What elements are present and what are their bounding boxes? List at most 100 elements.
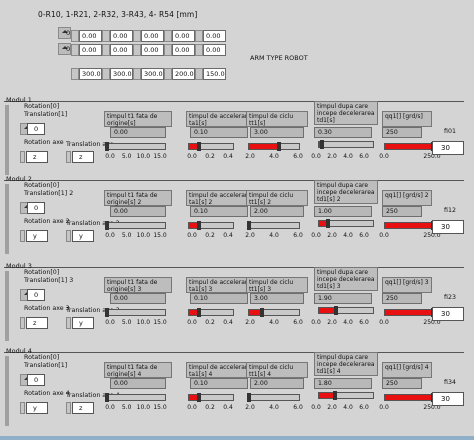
matrix-cell[interactable]: 300.00 — [79, 68, 102, 80]
slider-knob[interactable] — [277, 142, 281, 151]
acceleration-slider[interactable] — [188, 393, 234, 402]
rotation-axis-value[interactable]: z — [26, 317, 48, 329]
matrix-cell[interactable]: 0.00 — [79, 44, 102, 56]
slider-knob[interactable] — [326, 219, 331, 228]
matrix-cell-spinner[interactable] — [71, 68, 79, 80]
qq-slider[interactable] — [384, 142, 435, 151]
matrix-cell-spinner[interactable] — [195, 68, 203, 80]
translation-axis-value[interactable]: z — [72, 151, 94, 163]
matrix-cell[interactable]: 0.00 — [141, 44, 164, 56]
fi-input[interactable]: 30 — [432, 220, 464, 234]
matrix-cell[interactable]: 200.00 — [172, 68, 195, 80]
matrix-cell-spinner[interactable] — [102, 30, 110, 42]
section-divider — [4, 180, 464, 181]
slider-knob[interactable] — [105, 393, 109, 402]
cycle-slider[interactable] — [248, 308, 300, 317]
matrix-cell[interactable]: 300.00 — [141, 68, 164, 80]
slider-knob[interactable] — [259, 308, 264, 317]
slider-knob[interactable] — [105, 221, 109, 230]
matrix-cell[interactable]: 0.00 — [141, 30, 164, 42]
scale-tick-label: 6.0 — [359, 232, 369, 239]
slider-knob[interactable] — [196, 142, 201, 151]
matrix-cell[interactable]: 0.00 — [203, 44, 226, 56]
slider-knob[interactable] — [105, 142, 109, 151]
slider-knob[interactable] — [247, 393, 251, 402]
translation-axis-value[interactable]: y — [72, 230, 94, 242]
scale-tick-label: 0.0 — [379, 319, 389, 326]
matrix-cell-spinner[interactable] — [102, 68, 110, 80]
matrix-cell[interactable]: 0.00 — [110, 44, 133, 56]
t1-slider[interactable] — [105, 393, 166, 402]
slider-knob[interactable] — [320, 140, 325, 149]
deceleration-slider[interactable] — [318, 219, 374, 228]
rotation-index[interactable]: 0 — [27, 202, 45, 214]
cycle-slider[interactable] — [247, 393, 300, 402]
matrix-cell-spinner[interactable] — [164, 44, 172, 56]
axis-spinner-icon[interactable] — [66, 151, 71, 163]
rotation-index[interactable]: 0 — [27, 123, 45, 135]
rotation-axis-value[interactable]: z — [26, 151, 48, 163]
scale-tick-label: 15.0 — [153, 404, 167, 411]
matrix-cell-spinner[interactable] — [102, 44, 110, 56]
slider-knob[interactable] — [196, 393, 201, 402]
qq-slider[interactable] — [384, 221, 435, 230]
matrix-cell-spinner[interactable] — [133, 44, 141, 56]
rotation-axis-value[interactable]: y — [26, 230, 48, 242]
scale-tick-label: 6.0 — [359, 404, 369, 411]
slider-knob[interactable] — [105, 308, 109, 317]
axis-spinner-icon[interactable] — [66, 230, 71, 242]
acceleration-slider[interactable] — [188, 308, 234, 317]
acceleration-slider[interactable] — [188, 142, 234, 151]
scale-tick-label: 0.4 — [223, 153, 233, 160]
axis-spinner-icon[interactable] — [20, 317, 25, 329]
t1-slider[interactable] — [105, 308, 166, 317]
scale-tick-label: 6.0 — [293, 319, 303, 326]
axis-spinner-icon[interactable] — [20, 151, 25, 163]
matrix-cell-spinner[interactable] — [195, 44, 203, 56]
fi-input[interactable]: 30 — [432, 307, 464, 321]
cycle-slider[interactable] — [247, 221, 300, 230]
matrix-cell[interactable]: 300.00 — [110, 68, 133, 80]
matrix-cell[interactable]: 150.00 — [203, 68, 226, 80]
slider-knob[interactable] — [196, 308, 201, 317]
matrix-cell-spinner[interactable] — [195, 30, 203, 42]
t1-slider[interactable] — [105, 221, 166, 230]
rotation-axis-value[interactable]: y — [26, 402, 48, 414]
deceleration-caption: timpul dupa care incepe decelerarea td1[… — [314, 101, 378, 125]
matrix-cell-spinner[interactable] — [71, 44, 79, 56]
acceleration-slider[interactable] — [188, 221, 234, 230]
axis-spinner-icon[interactable] — [20, 230, 25, 242]
slider-knob[interactable] — [196, 221, 201, 230]
matrix-cell-spinner[interactable] — [164, 68, 172, 80]
fi-input[interactable]: 30 — [432, 141, 464, 155]
fi-input[interactable]: 30 — [432, 392, 464, 406]
axis-spinner-icon[interactable] — [20, 402, 25, 414]
matrix-cell-spinner[interactable] — [71, 30, 79, 42]
slider-knob[interactable] — [333, 391, 338, 400]
matrix-cell-spinner[interactable] — [164, 30, 172, 42]
translation-axis-value[interactable]: z — [72, 402, 94, 414]
matrix-cell-spinner[interactable] — [133, 30, 141, 42]
axis-spinner-icon[interactable] — [66, 317, 71, 329]
t1-caption: timpul t1 fata de origine[s] 4 — [104, 362, 172, 378]
deceleration-slider[interactable] — [318, 391, 374, 400]
cycle-slider[interactable] — [248, 142, 300, 151]
slider-knob[interactable] — [247, 221, 251, 230]
matrix-cell-spinner[interactable] — [133, 68, 141, 80]
qq-slider[interactable] — [384, 308, 435, 317]
rotation-index[interactable]: 0 — [27, 289, 45, 301]
deceleration-slider[interactable] — [318, 306, 374, 315]
matrix-cell[interactable]: 0.00 — [203, 30, 226, 42]
t1-slider[interactable] — [105, 142, 166, 151]
qq-slider[interactable] — [384, 393, 435, 402]
matrix-cell[interactable]: 0.00 — [172, 30, 195, 42]
rotation-index[interactable]: 0 — [27, 374, 45, 386]
slider-knob[interactable] — [334, 306, 339, 315]
deceleration-slider[interactable] — [318, 140, 374, 149]
matrix-cell[interactable]: 0.00 — [172, 44, 195, 56]
matrix-cell[interactable]: 0.00 — [79, 30, 102, 42]
translation-axis-value[interactable]: y — [72, 317, 94, 329]
axis-spinner-icon[interactable] — [66, 402, 71, 414]
scale-tick-label: 2.0 — [327, 153, 337, 160]
matrix-cell[interactable]: 0.00 — [110, 30, 133, 42]
